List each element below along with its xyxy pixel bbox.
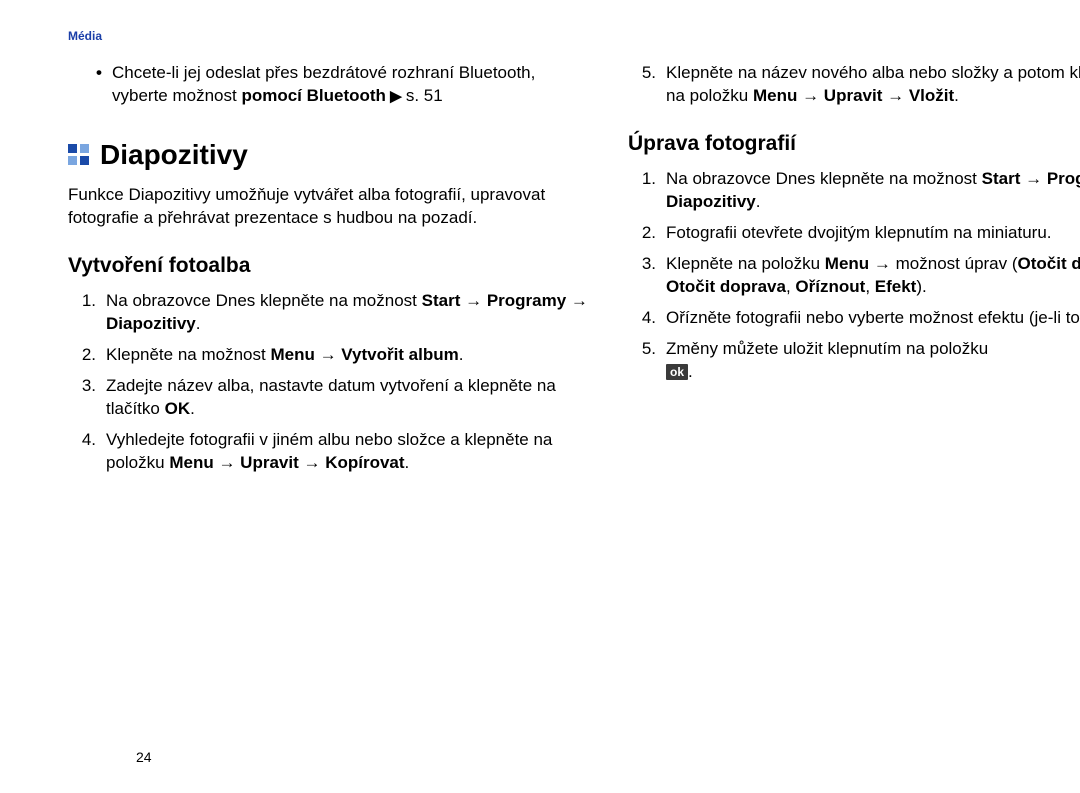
list-item: 3. Klepněte na položku Menu → možnost úp…	[636, 253, 1080, 299]
list-item: 2. Klepněte na možnost Menu → Vytvořit a…	[76, 344, 588, 367]
list-item: 5. Klepněte na název nového alba nebo sl…	[636, 62, 1080, 108]
ok-icon: ok	[666, 364, 688, 380]
bullet-tail: s. 51	[406, 86, 443, 105]
right-column: 5. Klepněte na název nového alba nebo sl…	[628, 62, 1080, 482]
list-number: 5.	[636, 338, 666, 384]
header-section-label: Média	[68, 28, 1080, 44]
left-column: • Chcete-li jej odeslat přes bezdrátové …	[68, 62, 588, 482]
list-item: 3. Zadejte název alba, nastavte datum vy…	[76, 375, 588, 421]
list-body: Fotografii otevřete dvojitým klepnutím n…	[666, 222, 1080, 245]
list-number: 4.	[636, 307, 666, 330]
list-number: 2.	[636, 222, 666, 245]
bullet-bold: pomocí Bluetooth	[241, 86, 385, 105]
list-item: 1. Na obrazovce Dnes klepněte na možnost…	[636, 168, 1080, 214]
list-number: 1.	[76, 290, 106, 336]
list-item: 4. Vyhledejte fotografii v jiném albu ne…	[76, 429, 588, 475]
bullet-text: Chcete-li jej odeslat přes bezdrátové ro…	[112, 62, 588, 108]
list-number: 2.	[76, 344, 106, 367]
list-number: 4.	[76, 429, 106, 475]
sub-heading-uprava: Úprava fotografií	[628, 130, 1080, 158]
list-number: 3.	[76, 375, 106, 421]
heading-text: Diapozitivy	[100, 136, 248, 174]
list-body: Změny můžete uložit klepnutím na položku…	[666, 338, 1080, 384]
list-number: 3.	[636, 253, 666, 299]
list-item: 5. Změny můžete uložit klepnutím na polo…	[636, 338, 1080, 384]
list-body: Klepněte na položku Menu → možnost úprav…	[666, 253, 1080, 299]
list-body: Zadejte název alba, nastavte datum vytvo…	[106, 375, 588, 421]
content-columns: • Chcete-li jej odeslat přes bezdrátové …	[68, 62, 1080, 482]
list-number: 5.	[636, 62, 666, 108]
list-body: Klepněte na možnost Menu → Vytvořit albu…	[106, 344, 588, 367]
list-body: Klepněte na název nového alba nebo složk…	[666, 62, 1080, 108]
grid-icon	[68, 144, 90, 166]
list-item: 2. Fotografii otevřete dvojitým klepnutí…	[636, 222, 1080, 245]
list-body: Ořízněte fotografii nebo vyberte možnost…	[666, 307, 1080, 330]
bullet-dot: •	[96, 62, 112, 108]
list-body: Vyhledejte fotografii v jiném albu nebo …	[106, 429, 588, 475]
list-body: Na obrazovce Dnes klepněte na možnost St…	[106, 290, 588, 336]
bullet-triangle: ▶	[386, 88, 406, 105]
page-number: 24	[136, 748, 152, 767]
section-description: Funkce Diapozitivy umožňuje vytvářet alb…	[68, 184, 588, 230]
list-number: 1.	[636, 168, 666, 214]
list-item: 1. Na obrazovce Dnes klepněte na možnost…	[76, 290, 588, 336]
list-body: Na obrazovce Dnes klepněte na možnost St…	[666, 168, 1080, 214]
list-item: 4. Ořízněte fotografii nebo vyberte možn…	[636, 307, 1080, 330]
sub-heading-vytvoreni: Vytvoření fotoalba	[68, 252, 588, 280]
section-heading-diapozitivy: Diapozitivy	[68, 136, 588, 174]
bluetooth-bullet: • Chcete-li jej odeslat přes bezdrátové …	[96, 62, 588, 108]
